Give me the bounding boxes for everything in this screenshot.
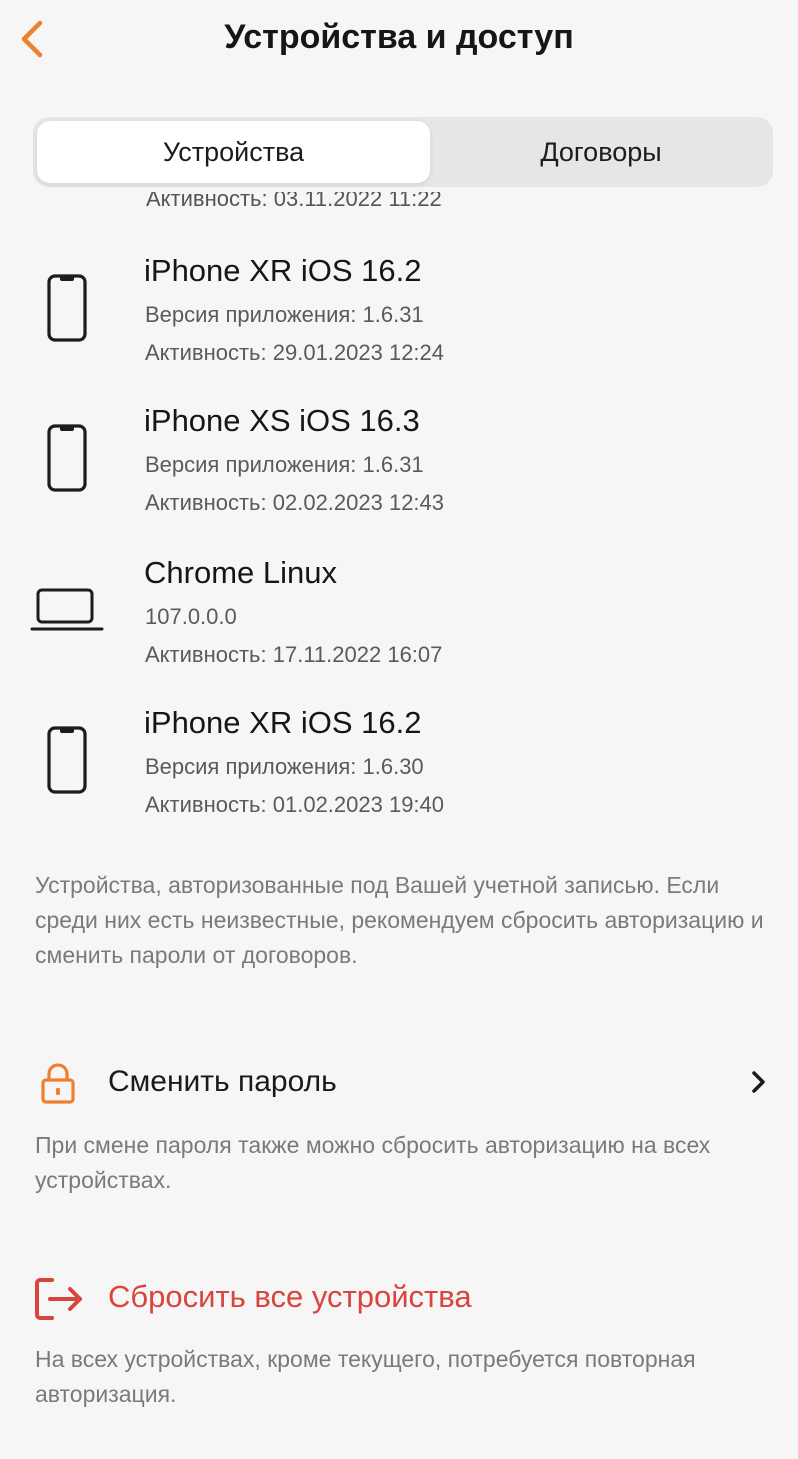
- device-list[interactable]: Активность: 03.11.2022 11:22 iPhone XR i…: [0, 192, 798, 832]
- logout-icon: [35, 1278, 82, 1320]
- devices-info-text: Устройства, авторизованные под Вашей уче…: [35, 872, 764, 968]
- reset-devices-button[interactable]: Сбросить все устройства: [0, 1268, 798, 1328]
- page-title: Устройства и доступ: [224, 18, 574, 56]
- laptop-icon: [30, 588, 104, 631]
- device-app-version: Версия приложения: 1.6.30: [145, 754, 424, 779]
- tab-contracts[interactable]: Договоры: [433, 121, 769, 183]
- change-password-label: Сменить пароль: [108, 1065, 337, 1098]
- smartphone-icon: [47, 424, 87, 492]
- device-item[interactable]: iPhone XR iOS 16.2 Версия приложения: 1.…: [0, 704, 798, 832]
- lock-icon: [41, 1063, 75, 1104]
- reset-devices-label: Сбросить все устройства: [108, 1279, 472, 1314]
- tab-devices[interactable]: Устройства: [37, 121, 430, 183]
- change-password-button[interactable]: Сменить пароль: [0, 1052, 798, 1112]
- segmented-control: Устройства Договоры: [33, 117, 773, 187]
- device-item[interactable]: iPhone XR iOS 16.2 Версия приложения: 1.…: [0, 252, 798, 402]
- smartphone-icon: [47, 726, 87, 794]
- device-activity: Активность: 02.02.2023 12:43: [145, 490, 445, 515]
- device-app-version: Версия приложения: 1.6.31: [145, 302, 424, 327]
- top-bar: Устройства и доступ: [0, 0, 798, 82]
- change-password-hint: При смене пароля также можно сбросить ав…: [35, 1132, 711, 1193]
- device-activity: Активность: 29.01.2023 12:24: [145, 340, 445, 365]
- device-activity: Активность: 17.11.2022 16:07: [145, 642, 443, 667]
- device-version: 107.0.0.0: [145, 604, 237, 629]
- reset-devices-hint: На всех устройствах, кроме текущего, пот…: [35, 1346, 696, 1407]
- device-activity: Активность: 03.11.2022 11:22: [146, 192, 442, 211]
- device-name: iPhone XS iOS 16.3: [144, 403, 420, 438]
- smartphone-icon: [47, 274, 87, 342]
- device-app-version: Версия приложения: 1.6.31: [145, 452, 424, 477]
- chevron-right-icon: [752, 1071, 765, 1093]
- device-name: Chrome Linux: [144, 555, 337, 590]
- device-item[interactable]: iPhone XS iOS 16.3 Версия приложения: 1.…: [0, 402, 798, 552]
- device-name: iPhone XR iOS 16.2: [144, 253, 422, 288]
- device-item[interactable]: Chrome Linux 107.0.0.0 Активность: 17.11…: [0, 554, 798, 704]
- device-name: iPhone XR iOS 16.2: [144, 705, 422, 740]
- device-activity: Активность: 01.02.2023 19:40: [145, 792, 445, 817]
